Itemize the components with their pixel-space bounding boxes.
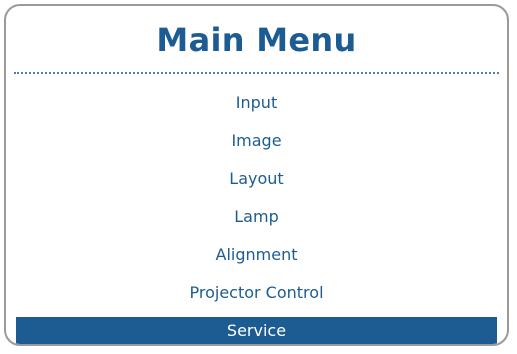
menu-item-projector-control[interactable]: Projector Control xyxy=(6,274,507,312)
title-divider xyxy=(14,72,499,74)
menu-title: Main Menu xyxy=(156,21,357,59)
menu-item-alignment[interactable]: Alignment xyxy=(6,236,507,274)
main-menu-panel: Main Menu Input Image Layout Lamp Alignm… xyxy=(4,4,509,346)
menu-item-input[interactable]: Input xyxy=(6,84,507,122)
menu-item-lamp[interactable]: Lamp xyxy=(6,198,507,236)
menu-item-service[interactable]: Service xyxy=(16,317,497,344)
menu-item-image[interactable]: Image xyxy=(6,122,507,160)
menu-item-layout[interactable]: Layout xyxy=(6,160,507,198)
menu-list: Input Image Layout Lamp Alignment Projec… xyxy=(6,84,507,344)
